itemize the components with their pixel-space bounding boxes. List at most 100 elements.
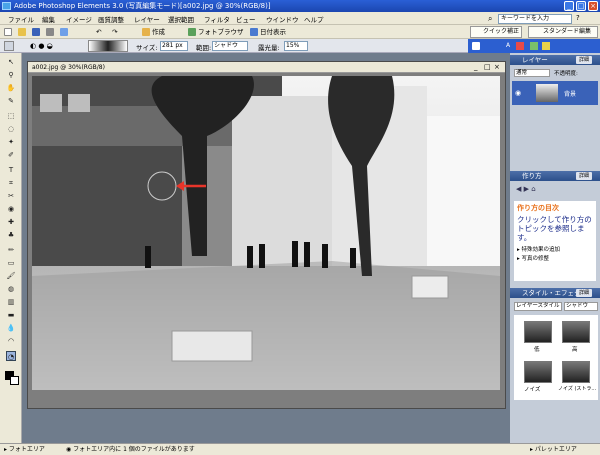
blend-mode-select[interactable]: 通常 [514, 69, 550, 77]
style-swatch-low[interactable] [524, 321, 552, 343]
magic-wand-tool-icon[interactable]: ✦ [6, 137, 16, 147]
blur-tool-icon[interactable]: 💧 [6, 323, 16, 333]
layers-detail-button[interactable]: 詳細 [576, 56, 592, 64]
doc-close-button[interactable]: × [494, 63, 500, 71]
redo-icon[interactable]: ↷ [112, 27, 117, 37]
zoom-tool-icon[interactable]: ⚲ [6, 70, 16, 80]
style-category-select[interactable]: レイヤースタイル [514, 302, 562, 311]
palette-well[interactable]: A [468, 39, 600, 53]
eyedropper-tool-icon[interactable]: ✎ [6, 96, 16, 106]
brush-tool-icon[interactable]: 🖌 [6, 271, 16, 281]
standard-edit-button[interactable]: スタンダード編集 [528, 26, 598, 38]
crop-tool-icon[interactable]: ⌗ [6, 178, 16, 188]
range-select[interactable]: シャドウ [212, 41, 248, 51]
toolbox: ↖ ⚲ ✋ ✎ ⬚ ◌ ✦ ✐ T ⌗ ✂ ◉ ✚ ♣ ✏ ▭ 🖌 ◍ ▥ ▬ … [0, 53, 22, 443]
layers-panel-header: レイヤー 詳細 [510, 55, 600, 65]
howto-detail-button[interactable]: 詳細 [576, 172, 592, 180]
adjust-icon[interactable] [542, 42, 550, 50]
brush-mode-icon[interactable]: ◐ ● ◒ [30, 42, 53, 50]
clone-stamp-icon[interactable]: ♣ [6, 230, 16, 240]
styles-icon[interactable] [530, 42, 538, 50]
style-swatch-high[interactable] [562, 321, 590, 343]
new-icon[interactable] [4, 27, 14, 37]
opacity-label: 不透明度: [554, 71, 578, 77]
menu-file[interactable]: ファイル [8, 14, 34, 24]
style-name-low: 低 [534, 347, 540, 353]
dodge-tool-icon[interactable]: ◔ [6, 351, 16, 361]
back-forward-icon[interactable]: ◀ ▶ ⌂ [516, 185, 536, 193]
photo-canvas[interactable] [32, 76, 500, 390]
palette-icon[interactable] [472, 42, 480, 50]
style-swatch-noise[interactable] [524, 361, 552, 383]
styles-detail-button[interactable]: 詳細 [576, 289, 592, 297]
menu-window[interactable]: ウインドウ [266, 14, 299, 24]
exposure-input[interactable]: 15% [284, 41, 308, 51]
style-swatch-noise-stroke[interactable] [562, 361, 590, 383]
marquee-tool-icon[interactable]: ⬚ [6, 111, 16, 121]
palette-area-toggle[interactable]: ▸ パレットエリア [530, 444, 577, 455]
photo-area-label: フォトエリア [8, 446, 45, 453]
menu-edit[interactable]: 編集 [42, 14, 55, 24]
hand-tool-icon[interactable]: ✋ [6, 83, 16, 93]
red-eye-tool-icon[interactable]: ◉ [6, 204, 16, 214]
menu-enhance[interactable]: 画質調整 [98, 14, 124, 24]
layer-row[interactable]: ◉ 背景 [512, 81, 598, 105]
palette-area-label: パレットエリア [534, 446, 577, 453]
type-tool-icon[interactable]: T [6, 165, 16, 175]
menu-image[interactable]: イメージ [66, 14, 92, 24]
howto-item-2[interactable]: ▸ 写真の修整 [514, 253, 596, 263]
doc-maximize-button[interactable]: □ [484, 63, 491, 71]
email-icon[interactable] [60, 27, 70, 37]
eraser-tool-icon[interactable]: ▭ [6, 258, 16, 268]
status-message: ◉ フォトエリア内に 1 個のファイルがあります [66, 446, 195, 453]
menu-filter[interactable]: フィルタ [204, 14, 230, 24]
healing-brush-icon[interactable]: ✚ [6, 217, 16, 227]
pencil-tool-icon[interactable]: ✏ [6, 245, 16, 255]
shape-tool-icon[interactable]: ▬ [6, 310, 16, 320]
menu-view[interactable]: ビュー [236, 14, 256, 24]
brush-preview[interactable] [88, 40, 128, 52]
gradient-tool-icon[interactable]: ▥ [6, 297, 16, 307]
menu-layer[interactable]: レイヤー [134, 14, 160, 24]
print-icon[interactable] [46, 27, 56, 37]
menu-help[interactable]: ヘルプ [304, 14, 324, 24]
paint-bucket-icon[interactable]: ◍ [6, 284, 16, 294]
menu-select[interactable]: 選択範囲 [168, 14, 194, 24]
help-icon[interactable]: ? [576, 14, 580, 22]
maximize-button[interactable]: □ [576, 1, 586, 11]
open-icon[interactable] [18, 27, 28, 37]
keyword-search-input[interactable]: キーワードを入力 [498, 14, 572, 24]
minimize-button[interactable]: _ [564, 1, 574, 11]
save-icon[interactable] [32, 27, 42, 37]
howto-heading: 作り方の目次 [517, 204, 559, 212]
selection-brush-icon[interactable]: ✐ [6, 150, 16, 160]
undo-icon[interactable]: ↶ [96, 27, 101, 37]
photo-browser-button[interactable]: フォトブラウザ [188, 27, 244, 37]
size-input[interactable]: 281 px [160, 41, 188, 51]
lasso-tool-icon[interactable]: ◌ [6, 124, 16, 134]
cookie-cutter-icon[interactable]: ✂ [6, 191, 16, 201]
doc-minimize-button[interactable]: _ [474, 63, 478, 71]
photo-browser-label: フォトブラウザ [198, 28, 244, 36]
date-view-label: 日付表示 [260, 28, 286, 36]
status-message-text: フォトエリア内に 1 個のファイルがあります [73, 446, 195, 453]
effects-icon[interactable] [516, 42, 524, 50]
close-button[interactable]: × [588, 1, 598, 11]
style-type-select[interactable]: シャドウ [564, 302, 598, 311]
title-bar: Adobe Photoshop Elements 3.0 (写真編集モード)[a… [0, 0, 600, 12]
style-name-noise-stroke: ノイズ (ストラ... [558, 386, 597, 392]
photo-area-toggle[interactable]: ▸ フォトエリア [4, 444, 45, 455]
quick-fix-button[interactable]: クイック補正 [470, 26, 522, 38]
create-button[interactable]: 作成 [142, 27, 165, 37]
date-view-button[interactable]: 日付表示 [250, 27, 286, 37]
window-title: Adobe Photoshop Elements 3.0 (写真編集モード)[a… [14, 2, 271, 10]
background-color-swatch[interactable] [10, 376, 19, 385]
layer-name: 背景 [564, 91, 577, 98]
howto-item-1[interactable]: ▸ 特殊効果の追加 [514, 242, 596, 253]
move-tool-icon[interactable]: ↖ [6, 57, 16, 67]
tool-preset-icon[interactable] [4, 41, 14, 51]
text-icon[interactable]: A [506, 42, 510, 49]
eye-icon[interactable]: ◉ [515, 89, 521, 97]
howto-content: 作り方の目次 クリックして作り方のトピックを参照します。 ▸ 特殊効果の追加 ▸… [514, 201, 596, 281]
sponge-tool-icon[interactable]: ◠ [6, 336, 16, 346]
